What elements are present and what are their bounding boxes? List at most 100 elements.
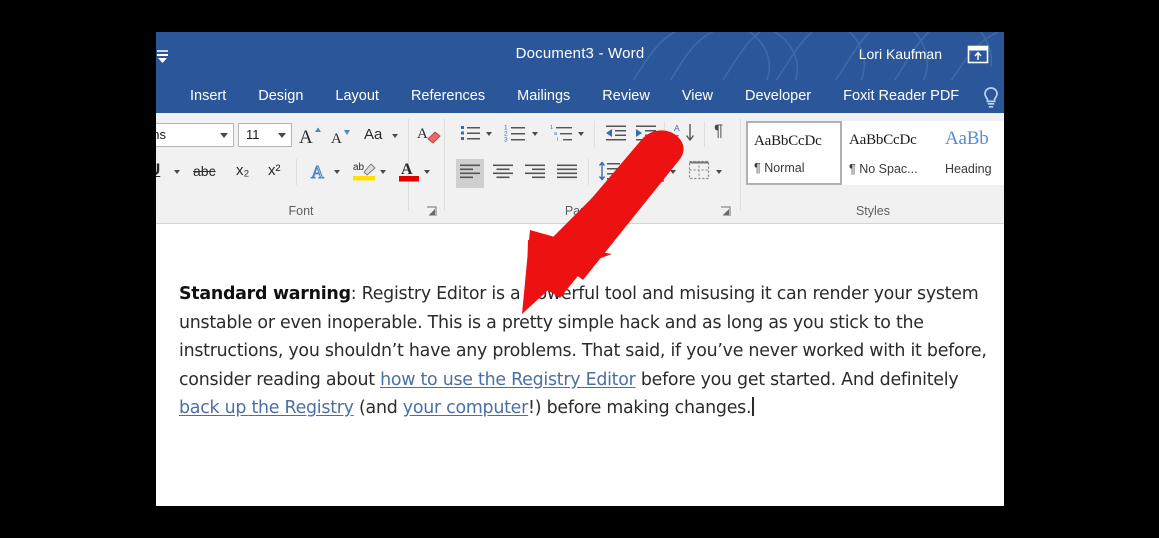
chevron-down-icon[interactable] [174,170,180,174]
tab-developer[interactable]: Developer [729,80,827,113]
group-divider [740,119,741,211]
ribbon-toolbar: ans 11 A A [156,113,1004,224]
ribbon-tabs: Insert Design Layout References Mailings… [156,80,1004,113]
group-divider [594,121,595,147]
style-name-label: ¶ Normal [754,161,805,175]
align-left-icon[interactable] [456,159,484,188]
underline-button[interactable]: U [156,161,160,178]
document-paragraph[interactable]: Standard warning: Registry Editor is a p… [179,280,991,423]
chevron-down-icon[interactable] [486,132,492,136]
group-divider [664,121,665,147]
account-user-name[interactable]: Lori Kaufman [859,46,942,62]
ribbon-group-label-font: Font [288,204,314,218]
document-page[interactable]: Standard warning: Registry Editor is a p… [156,224,1004,506]
chevron-down-icon[interactable] [392,134,398,138]
multilevel-list-icon[interactable]: 1ai [550,123,576,146]
font-size-combobox[interactable]: 11 [238,123,292,147]
tab-view[interactable]: View [666,80,729,113]
borders-icon[interactable] [688,160,710,183]
chevron-down-icon[interactable] [716,170,722,174]
group-divider [296,159,297,185]
justify-icon[interactable] [556,163,578,184]
screenshot-canvas: Document3 - Word Lori Kaufman Insert Des… [0,0,1159,538]
style-tile-heading[interactable]: AaBb Heading [938,121,1004,185]
chevron-down-icon[interactable] [424,170,430,174]
tab-foxit-reader-pdf[interactable]: Foxit Reader PDF [827,80,975,113]
ribbon-group-paragraph: 123 1ai A Z ¶ Paragraph [448,113,740,223]
hyperlink-back-up-the-registry[interactable]: back up the Registry [179,398,354,418]
svg-text:i: i [557,137,558,143]
paragraph-text-part4: !) before making changes. [528,398,752,418]
word-application-window: Document3 - Word Lori Kaufman Insert Des… [156,32,1004,506]
paragraph-bold-lead: Standard warning [179,284,351,304]
ribbon-display-options-icon[interactable] [966,44,990,66]
increase-indent-icon[interactable] [634,123,658,146]
tell-me-lightbulb-icon[interactable] [980,85,1002,109]
change-case-button[interactable]: Aa [364,127,382,142]
ribbon-group-font: ans 11 A A [156,113,446,223]
show-formatting-marks-icon[interactable]: ¶ [714,122,723,139]
chevron-down-icon[interactable] [532,132,538,136]
ribbon-group-styles: AaBbCcDc ¶ Normal AaBbCcDc ¶ No Spac... … [742,113,1004,223]
font-name-combobox[interactable]: ans [156,123,234,147]
shrink-font-icon[interactable]: A [330,126,352,149]
sort-icon[interactable]: A Z [674,122,698,147]
style-sample-text: AaBb [945,128,989,149]
tab-mailings[interactable]: Mailings [501,80,586,113]
decrease-indent-icon[interactable] [604,123,628,146]
ribbon-group-label-styles: Styles [855,204,891,218]
tab-references[interactable]: References [395,80,501,113]
hyperlink-your-computer[interactable]: your computer [403,398,529,418]
pilcrow-icon: ¶ [754,161,761,175]
style-name-label: Heading [945,162,992,176]
ribbon-tab-strip: Insert Design Layout References Mailings… [156,80,1004,113]
strikethrough-button[interactable]: abc [193,164,216,178]
svg-text:A: A [311,162,324,182]
subscript-button[interactable]: x₂ [236,163,249,178]
document-canvas: Standard warning: Registry Editor is a p… [156,224,1004,506]
paragraph-text-part2: before you get started. And definitely [635,369,959,390]
svg-text:A: A [674,123,680,133]
svg-text:A: A [299,127,313,146]
font-color-icon[interactable]: A [398,158,420,187]
chevron-down-icon[interactable] [380,170,386,174]
dialog-launcher-icon[interactable] [426,205,438,217]
group-divider [444,119,445,211]
chevron-down-icon[interactable] [670,170,676,174]
clear-formatting-icon[interactable]: A [417,123,441,150]
hyperlink-how-to-use-registry-editor[interactable]: how to use the Registry Editor [380,370,636,390]
chevron-down-icon[interactable] [220,133,228,138]
svg-text:A: A [401,161,413,178]
align-center-icon[interactable] [492,163,514,184]
svg-text:A: A [331,131,342,146]
grow-font-icon[interactable]: A [298,124,322,149]
svg-text:A: A [417,126,428,142]
tab-layout[interactable]: Layout [319,80,395,113]
style-name-label: ¶ No Spac... [849,162,918,176]
numbered-list-icon[interactable]: 123 [504,123,528,146]
tab-design[interactable]: Design [242,80,319,113]
svg-text:1: 1 [550,125,553,131]
group-divider [588,159,589,185]
bullet-list-icon[interactable] [460,123,482,146]
style-tile-normal[interactable]: AaBbCcDc ¶ Normal [746,121,842,185]
group-divider [704,121,705,147]
tab-review[interactable]: Review [586,80,666,113]
chevron-down-icon[interactable] [334,170,340,174]
pilcrow-icon: ¶ [849,162,856,176]
text-cursor-caret [752,397,754,416]
style-tile-no-spacing[interactable]: AaBbCcDc ¶ No Spac... [842,121,938,185]
font-size-value: 11 [246,127,260,142]
svg-text:ab: ab [353,162,365,173]
text-highlight-icon[interactable]: ab [352,158,378,187]
shading-icon[interactable] [640,159,666,186]
chevron-down-icon[interactable] [578,132,584,136]
svg-text:Z: Z [674,133,679,143]
tab-insert[interactable]: Insert [174,80,242,113]
chevron-down-icon[interactable] [278,133,286,138]
superscript-button[interactable]: x² [268,163,281,178]
dialog-launcher-icon[interactable] [720,205,732,217]
text-effects-icon[interactable]: A [308,160,330,185]
line-spacing-icon[interactable] [598,161,622,184]
align-right-icon[interactable] [524,163,546,184]
